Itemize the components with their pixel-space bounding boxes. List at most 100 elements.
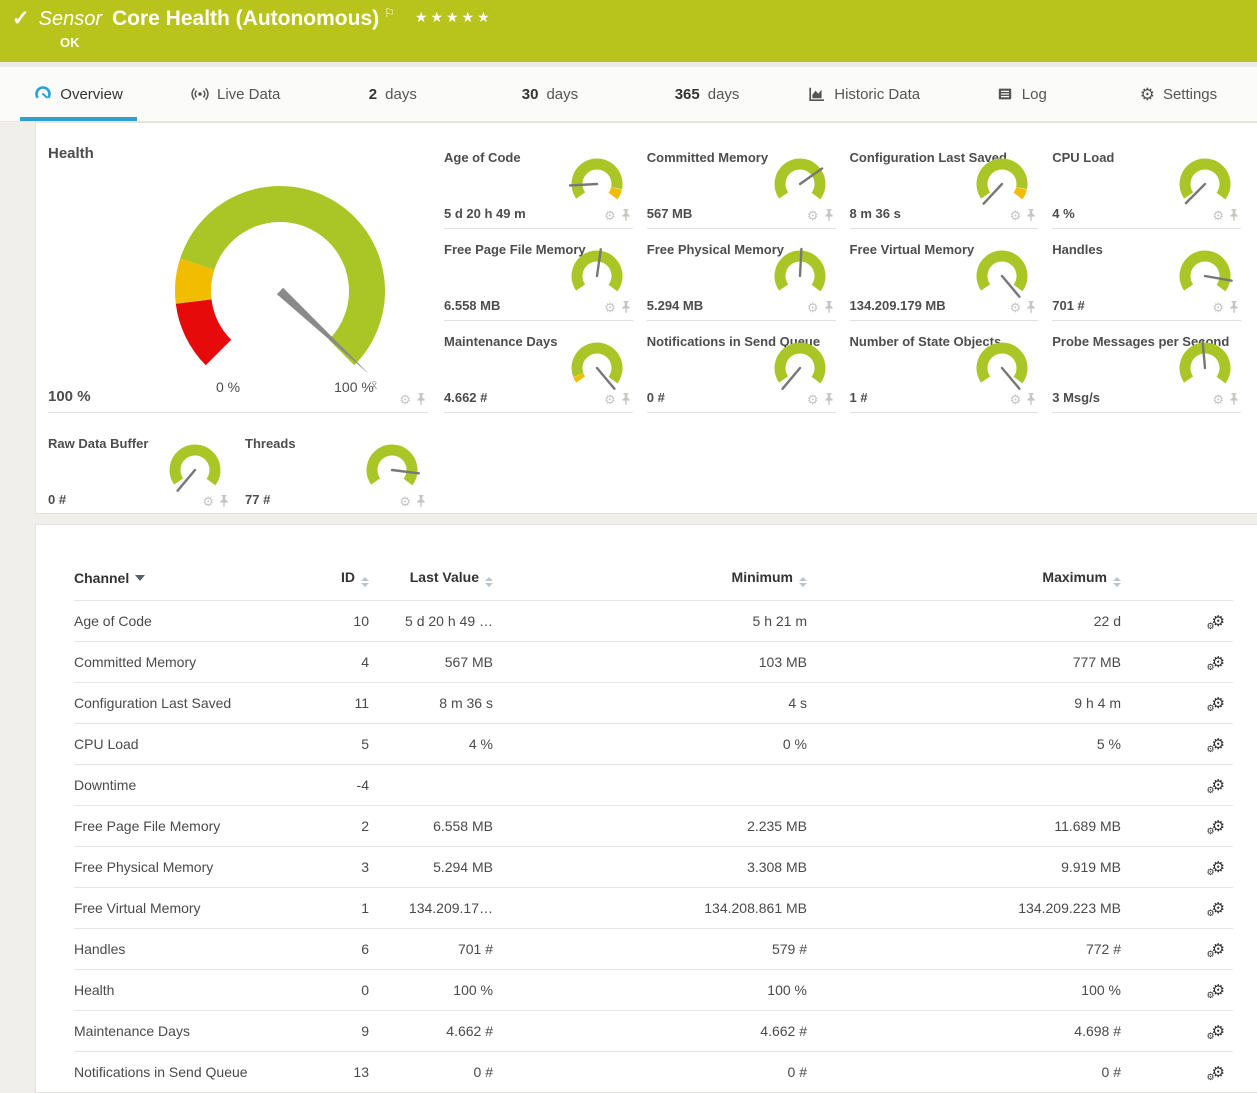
- gauge: [768, 339, 832, 397]
- gear-icon[interactable]: ⚙: [807, 393, 819, 406]
- last-value-cell: 5 d 20 h 49 …: [369, 613, 493, 629]
- gear-icon: ⚙: [1207, 908, 1215, 919]
- tab-label: Log: [1022, 86, 1047, 103]
- health-gauge-tile: Health x̄ 0 % 100 % 100 % ⚙: [48, 137, 428, 413]
- gear-icon[interactable]: ⚙: [1212, 301, 1224, 314]
- gauge-tile-value: 4.662 #: [444, 390, 487, 405]
- tab-bar: Overview Live Data 2 days 30 days 365 da…: [0, 67, 1257, 122]
- id-cell: 9: [324, 1023, 369, 1039]
- tab-2-days[interactable]: 2 days: [314, 67, 471, 121]
- tab-30-days[interactable]: 30 days: [471, 67, 628, 121]
- pin-icon[interactable]: [1026, 301, 1036, 314]
- maximum-cell: 9.919 MB: [807, 859, 1121, 875]
- gear-icon[interactable]: ⚙: [604, 301, 616, 314]
- gauge-tile: Notifications in Send Queue 0 # ⚙: [647, 321, 836, 413]
- column-header-channel[interactable]: Channel: [74, 570, 324, 586]
- pin-icon[interactable]: [1026, 393, 1036, 406]
- gear-icon[interactable]: ⚙: [604, 209, 616, 222]
- gear-icon: ⚙: [1207, 1072, 1215, 1083]
- pin-icon[interactable]: [621, 301, 631, 314]
- minimum-cell: 0 %: [493, 736, 807, 752]
- gear-icon[interactable]: ⚙: [399, 393, 411, 406]
- pin-icon[interactable]: [1229, 301, 1239, 314]
- pin-icon[interactable]: [621, 209, 631, 222]
- gear-icon: ⚙: [1140, 86, 1155, 103]
- gear-icon[interactable]: ⚙: [1010, 301, 1022, 314]
- maximum-cell: 777 MB: [807, 654, 1121, 670]
- tab-number: 365: [675, 86, 700, 103]
- column-header-last-value[interactable]: Last Value: [369, 569, 493, 587]
- channel-settings-icon[interactable]: ⚙⚙: [1212, 940, 1225, 958]
- channel-settings-icon[interactable]: ⚙⚙: [1212, 817, 1225, 835]
- gear-icon[interactable]: ⚙: [1010, 209, 1022, 222]
- pin-icon[interactable]: [416, 393, 426, 406]
- channel-settings-icon[interactable]: ⚙⚙: [1212, 981, 1225, 999]
- gear-icon: ⚙: [1207, 744, 1215, 755]
- gear-icon[interactable]: ⚙: [604, 393, 616, 406]
- gauge: [163, 441, 227, 499]
- channel-settings-icon[interactable]: ⚙⚙: [1212, 858, 1225, 876]
- maximum-cell: 22 d: [807, 613, 1121, 629]
- gauge-tile-value: 0 #: [48, 492, 66, 507]
- pin-icon[interactable]: [824, 209, 834, 222]
- gear-icon[interactable]: ⚙: [807, 301, 819, 314]
- id-cell: 4: [324, 654, 369, 670]
- channel-cell: Configuration Last Saved: [74, 695, 324, 711]
- tab-overview[interactable]: Overview: [0, 67, 157, 121]
- channel-settings-icon[interactable]: ⚙⚙: [1212, 1022, 1225, 1040]
- gear-icon[interactable]: ⚙: [1212, 209, 1224, 222]
- pin-icon[interactable]: [1229, 393, 1239, 406]
- table-header-row: Channel ID Last Value Minimum Maximum: [74, 555, 1233, 601]
- channel-settings-icon[interactable]: ⚙⚙: [1212, 653, 1225, 671]
- gear-icon[interactable]: ⚙: [399, 495, 411, 508]
- maximum-cell: 100 %: [807, 982, 1121, 998]
- area-chart-icon: [808, 85, 826, 103]
- table-row: Health 0 100 % 100 % 100 % ⚙⚙: [74, 970, 1233, 1011]
- pin-icon[interactable]: [416, 495, 426, 508]
- maximum-cell: 4.698 #: [807, 1023, 1121, 1039]
- id-cell: 13: [324, 1064, 369, 1080]
- tab-365-days[interactable]: 365 days: [629, 67, 786, 121]
- gauge: [565, 247, 629, 305]
- column-header-id[interactable]: ID: [324, 569, 369, 587]
- last-value-cell: 5.294 MB: [369, 859, 493, 875]
- gauge-scale-min: 0 %: [198, 379, 258, 395]
- channel-settings-icon[interactable]: ⚙⚙: [1212, 899, 1225, 917]
- maximum-cell: 0 #: [807, 1064, 1121, 1080]
- sensor-header: ✓ Sensor Core Health (Autonomous) ⚐ ★★★★…: [0, 0, 1257, 62]
- gear-icon[interactable]: ⚙: [1010, 393, 1022, 406]
- priority-stars-icon[interactable]: ★★★★★: [415, 6, 493, 28]
- gear-icon[interactable]: ⚙: [202, 495, 214, 508]
- channel-settings-icon[interactable]: ⚙⚙: [1212, 1063, 1225, 1081]
- channel-settings-icon[interactable]: ⚙⚙: [1212, 776, 1225, 794]
- channel-settings-icon[interactable]: ⚙⚙: [1212, 694, 1225, 712]
- column-header-maximum[interactable]: Maximum: [807, 569, 1121, 587]
- pin-icon[interactable]: [1026, 209, 1036, 222]
- table-row: Notifications in Send Queue 13 0 # 0 # 0…: [74, 1052, 1233, 1093]
- pin-icon[interactable]: [1229, 209, 1239, 222]
- tab-number: 2: [369, 86, 377, 103]
- gear-icon[interactable]: ⚙: [807, 209, 819, 222]
- column-header-minimum[interactable]: Minimum: [493, 569, 807, 587]
- id-cell: 0: [324, 982, 369, 998]
- tab-live-data[interactable]: Live Data: [157, 67, 314, 121]
- minimum-cell: 579 #: [493, 941, 807, 957]
- gauge-tile-value: 701 #: [1052, 298, 1085, 313]
- tab-log[interactable]: Log: [943, 67, 1100, 121]
- pin-icon[interactable]: [824, 301, 834, 314]
- last-value-cell: 8 m 36 s: [369, 695, 493, 711]
- channel-settings-icon[interactable]: ⚙⚙: [1212, 612, 1225, 630]
- gear-icon[interactable]: ⚙: [1212, 393, 1224, 406]
- gauge-tile: Free Virtual Memory 134.209.179 MB ⚙: [850, 229, 1039, 321]
- tab-settings[interactable]: ⚙ Settings: [1100, 67, 1257, 121]
- flag-icon[interactable]: ⚐: [384, 6, 395, 20]
- pin-icon[interactable]: [824, 393, 834, 406]
- table-row: Handles 6 701 # 579 # 772 # ⚙⚙: [74, 929, 1233, 970]
- channel-settings-icon[interactable]: ⚙⚙: [1212, 735, 1225, 753]
- tab-historic-data[interactable]: Historic Data: [786, 67, 943, 121]
- gear-icon: ⚙: [1207, 1031, 1215, 1042]
- live-data-icon: [191, 85, 209, 103]
- channel-cell: CPU Load: [74, 736, 324, 752]
- pin-icon[interactable]: [219, 495, 229, 508]
- pin-icon[interactable]: [621, 393, 631, 406]
